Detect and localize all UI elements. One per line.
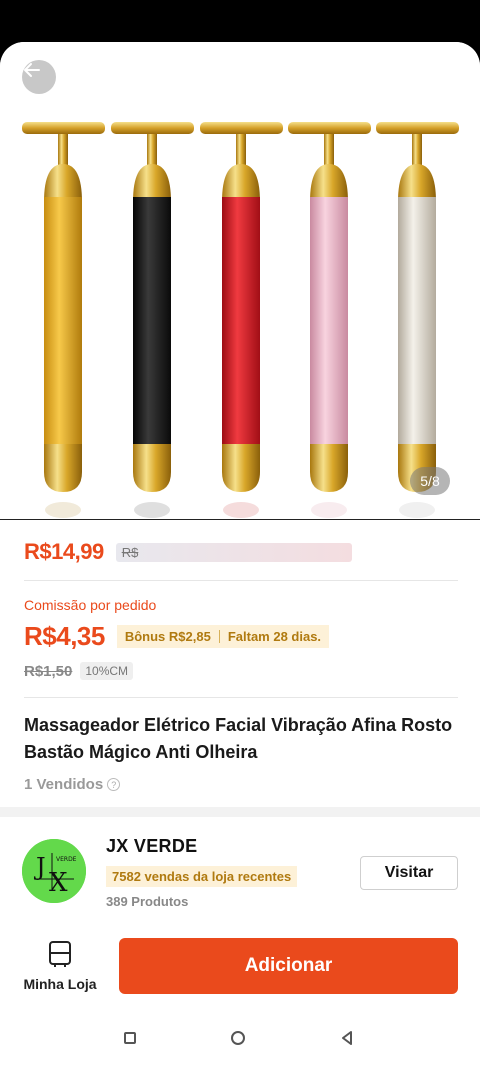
- bonus-text: Bônus R$2,85: [124, 628, 211, 644]
- roller-red: [200, 122, 283, 492]
- add-button[interactable]: Adicionar: [119, 938, 458, 994]
- divider: [24, 697, 458, 698]
- store-icon: [49, 941, 71, 967]
- days-left-text: Faltam 28 dias.: [227, 628, 322, 644]
- help-icon[interactable]: ?: [107, 778, 121, 791]
- roller-black: [111, 122, 194, 492]
- commission-label: Comissão por pedido: [24, 597, 157, 613]
- roller-silver: [376, 122, 459, 492]
- product-image-carousel[interactable]: 5/8: [0, 42, 480, 520]
- current-price: R$14,99: [24, 539, 104, 564]
- commission-rate-badge: 10%CM: [80, 662, 134, 680]
- store-logo-image: J X VERDE: [22, 839, 86, 903]
- image-counter: 5/8: [410, 467, 450, 495]
- sold-count: 1 Vendidos ?: [24, 776, 121, 793]
- price-row: R$14,99 R$: [24, 538, 464, 566]
- divider: [24, 580, 458, 581]
- recent-apps-icon[interactable]: [124, 1032, 136, 1044]
- store-products-count: 389 Produtos: [106, 894, 189, 909]
- my-store-label: Minha Loja: [23, 976, 97, 992]
- arrow-left-icon: [24, 63, 40, 77]
- divider: [0, 519, 480, 520]
- back-icon[interactable]: [340, 1030, 354, 1046]
- original-price: R$: [115, 542, 352, 562]
- store-recent-sales: 7582 vendas da loja recentes: [106, 866, 298, 887]
- reflection: [45, 502, 435, 518]
- roller-gold: [22, 122, 105, 492]
- bonus-chip: Bônus R$2,85 Faltam 28 dias.: [116, 624, 330, 648]
- logo-verde: VERDE: [56, 856, 77, 863]
- chip-separator: [218, 629, 220, 643]
- screen: 5/8 R$14,99 R$ Comissão por pedido R$4,3…: [0, 0, 480, 1066]
- home-icon[interactable]: [231, 1031, 245, 1045]
- visit-store-button[interactable]: Visitar: [360, 856, 458, 890]
- system-navigation-bar: [0, 1020, 480, 1066]
- roller-pink: [288, 122, 371, 492]
- product-image: [22, 122, 459, 518]
- product-sheet: 5/8 R$14,99 R$ Comissão por pedido R$4,3…: [0, 42, 480, 1066]
- back-button[interactable]: [22, 60, 56, 94]
- commission-row: R$4,35 Bônus R$2,85 Faltam 28 dias.: [24, 620, 330, 652]
- commission-value: R$4,35: [24, 620, 105, 651]
- old-commission-row: R$1,50 10%CM: [24, 660, 134, 682]
- section-divider: [0, 807, 480, 817]
- my-store-button[interactable]: Minha Loja: [18, 940, 102, 996]
- sold-text: 1 Vendidos: [24, 776, 104, 793]
- store-logo[interactable]: J X VERDE: [22, 839, 86, 903]
- store-name[interactable]: JX VERDE: [106, 836, 197, 857]
- old-commission-value: R$1,50: [24, 662, 73, 680]
- product-title: Massageador Elétrico Facial Vibração Afi…: [24, 715, 453, 762]
